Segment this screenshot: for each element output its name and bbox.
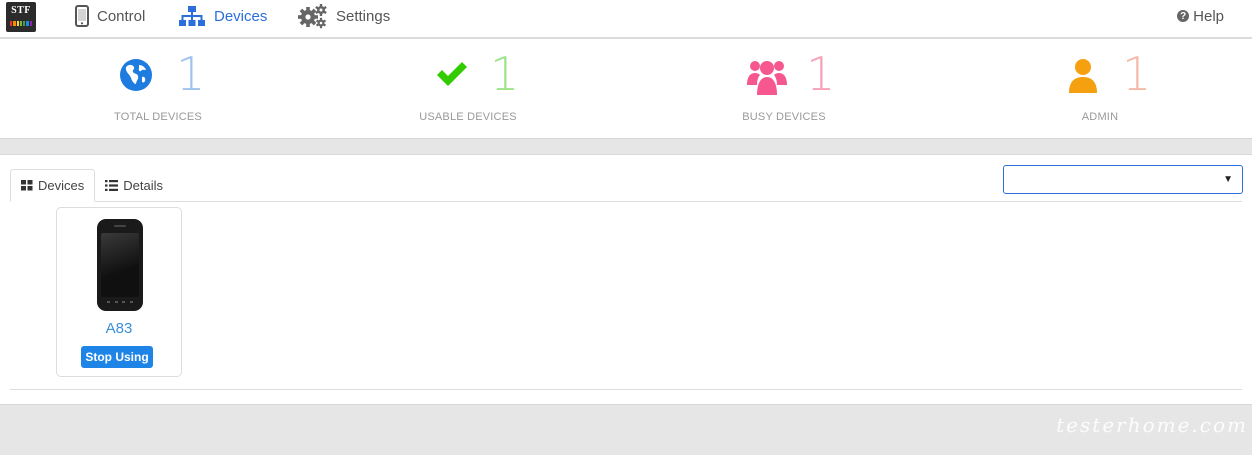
- tab-devices[interactable]: Devices: [10, 169, 96, 202]
- tab-details[interactable]: Details: [95, 169, 173, 202]
- logo-text: STF: [11, 5, 31, 16]
- nav-devices[interactable]: Devices: [178, 0, 267, 32]
- question-circle-icon: ?: [1177, 10, 1190, 22]
- stat-usable-devices: 1 USABLE DEVICES: [368, 39, 568, 139]
- device-name[interactable]: A83: [57, 320, 181, 337]
- usable-devices-label: USABLE DEVICES: [419, 111, 517, 123]
- device-phone-image[interactable]: [97, 219, 143, 311]
- watermark: testerhome.com: [1056, 413, 1248, 437]
- mobile-phone-icon: [75, 5, 89, 27]
- nav-control[interactable]: Control: [75, 0, 145, 32]
- check-icon: [434, 57, 470, 98]
- help-link[interactable]: ? Help: [1177, 0, 1224, 32]
- view-tabs: Devices Details: [10, 169, 173, 202]
- tab-details-label: Details: [123, 178, 163, 193]
- admin-label: ADMIN: [1081, 111, 1119, 123]
- globe-icon: [118, 57, 154, 98]
- user-icon: [1068, 57, 1098, 100]
- nav-settings[interactable]: Settings: [298, 0, 390, 32]
- total-devices-count: 1: [176, 47, 206, 101]
- stop-using-button[interactable]: Stop Using: [81, 346, 153, 368]
- nav-devices-label: Devices: [214, 7, 268, 25]
- device-stats-panel: 1 TOTAL DEVICES 1 USABLE DEVICES 1 BUSY …: [0, 39, 1252, 139]
- device-filter-select[interactable]: ▼: [1003, 165, 1243, 194]
- users-icon: [746, 57, 788, 102]
- help-label: Help: [1193, 7, 1224, 25]
- tab-divider: [10, 201, 1242, 202]
- device-card: A83 Stop Using: [56, 207, 182, 377]
- usable-devices-count: 1: [490, 47, 520, 101]
- total-devices-label: TOTAL DEVICES: [114, 111, 202, 123]
- devices-panel: Devices Details ▼ A83 Stop Using: [0, 154, 1252, 405]
- logo-color-bars: [10, 21, 32, 26]
- list-icon: [105, 180, 119, 191]
- top-navbar: STF Control Devices Settings ? Help: [0, 0, 1252, 38]
- busy-devices-count: 1: [806, 47, 836, 101]
- gears-icon: [298, 3, 328, 29]
- stat-total-devices: 1 TOTAL DEVICES: [58, 39, 258, 139]
- nav-control-label: Control: [97, 7, 146, 25]
- admin-count: 1: [1122, 47, 1152, 101]
- busy-devices-label: BUSY DEVICES: [742, 111, 826, 123]
- caret-down-icon: ▼: [1223, 174, 1233, 185]
- nav-settings-label: Settings: [336, 7, 391, 25]
- panel-divider: [10, 389, 1242, 390]
- stat-admin: 1 ADMIN: [1000, 39, 1200, 139]
- stat-busy-devices: 1 BUSY DEVICES: [684, 39, 884, 139]
- stf-logo[interactable]: STF: [6, 2, 36, 32]
- sitemap-icon: [178, 5, 206, 27]
- tab-devices-label: Devices: [38, 178, 85, 193]
- th-large-icon: [21, 180, 33, 191]
